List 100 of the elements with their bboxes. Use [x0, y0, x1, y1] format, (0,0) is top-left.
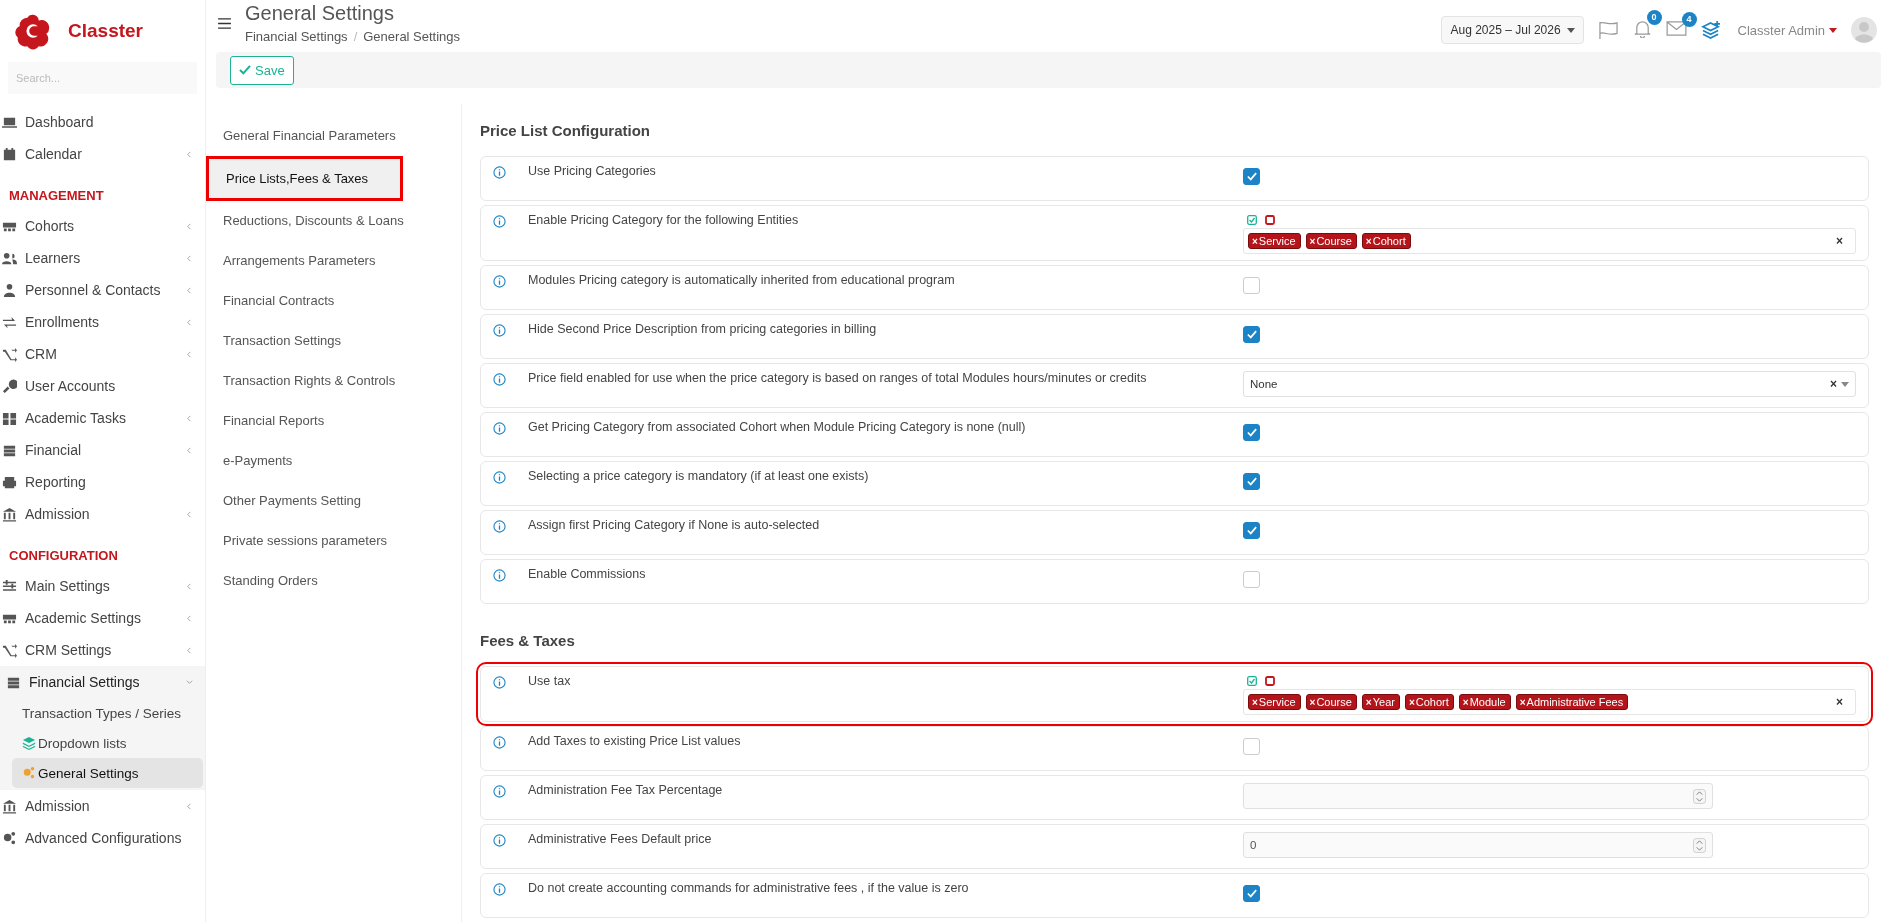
select-field[interactable]: None ×: [1243, 371, 1856, 397]
sidebar-item[interactable]: User Accounts: [0, 370, 205, 402]
sidebar-item[interactable]: Admission: [0, 790, 205, 822]
caret-icon[interactable]: [1841, 381, 1849, 387]
clear-icon[interactable]: ×: [1836, 695, 1843, 709]
info-icon[interactable]: [493, 569, 506, 582]
info-icon[interactable]: [493, 520, 506, 533]
info-icon[interactable]: [493, 676, 506, 689]
caret-icon: [1566, 27, 1575, 33]
settings-tab[interactable]: Price Lists,Fees & Taxes: [206, 156, 403, 201]
info-icon[interactable]: [493, 422, 506, 435]
settings-tab[interactable]: Arrangements Parameters: [206, 241, 461, 281]
sidebar-item[interactable]: Reporting: [0, 466, 205, 498]
check-icon: [1246, 526, 1257, 535]
flag-icon[interactable]: [1597, 20, 1619, 40]
setting-label: Enable Pricing Category for the following Entities: [528, 213, 800, 227]
sidebar-item[interactable]: Learners: [0, 242, 205, 274]
submenu-item[interactable]: Dropdown lists: [12, 728, 203, 758]
spinner-icon[interactable]: [1693, 788, 1706, 804]
sidebar-item[interactable]: Dashboard: [0, 106, 205, 138]
sidebar-item[interactable]: Financial: [0, 434, 205, 466]
info-icon[interactable]: [493, 215, 506, 228]
check-icon: [1246, 889, 1257, 898]
info-icon[interactable]: [493, 324, 506, 337]
settings-tab[interactable]: e-Payments: [206, 441, 461, 481]
breadcrumb-link[interactable]: Financial Settings: [245, 29, 348, 44]
tag[interactable]: ×Course: [1305, 233, 1357, 249]
info-icon[interactable]: [493, 166, 506, 179]
setting-label: Do not create accounting commands for administrative fees , if the value is zero: [528, 881, 970, 895]
sidebar-item[interactable]: Advanced Configurations: [0, 822, 205, 854]
sidebar-item[interactable]: CRM: [0, 338, 205, 370]
settings-tab[interactable]: Private sessions parameters: [206, 521, 461, 561]
number-field[interactable]: [1243, 783, 1713, 809]
multi-select-field[interactable]: ×Service ×Course ×Cohort ×: [1243, 228, 1856, 254]
clear-icon[interactable]: ×: [1836, 234, 1843, 248]
checkbox[interactable]: [1243, 522, 1260, 539]
checkbox[interactable]: [1243, 473, 1260, 490]
user-name[interactable]: Classter Admin: [1737, 22, 1825, 38]
search-field[interactable]: Search...: [8, 62, 197, 94]
settings-tab[interactable]: Reductions, Discounts & Loans: [206, 201, 461, 241]
settings-tab[interactable]: Financial Reports: [206, 401, 461, 441]
submenu-item[interactable]: Transaction Types / Series: [12, 698, 203, 728]
sidebar-item[interactable]: Enrollments: [0, 306, 205, 338]
tag[interactable]: ×Service: [1248, 233, 1301, 249]
submenu-item[interactable]: General Settings: [12, 758, 203, 788]
checkbox[interactable]: [1243, 326, 1260, 343]
checkbox[interactable]: [1243, 738, 1260, 755]
check-icon: [1246, 330, 1257, 339]
checkbox[interactable]: [1243, 885, 1260, 902]
sidebar-item[interactable]: Calendar: [0, 138, 205, 170]
sidebar-item[interactable]: Personnel & Contacts: [0, 274, 205, 306]
envelope-icon[interactable]: [1665, 21, 1687, 36]
setting-label: Hide Second Price Description from pricing categories in billing: [528, 322, 878, 336]
settings-tab[interactable]: Other Payments Setting: [206, 481, 461, 521]
setting-label: Selecting a price category is mandatory (if at least one exists): [528, 469, 870, 483]
info-icon[interactable]: [493, 883, 506, 896]
tag[interactable]: ×Course: [1305, 694, 1357, 710]
tag[interactable]: ×Administrative Fees: [1515, 694, 1629, 710]
tag[interactable]: ×Cohort: [1361, 233, 1411, 249]
bell-icon[interactable]: [1632, 19, 1652, 38]
settings-tab[interactable]: Transaction Settings: [206, 321, 461, 361]
select-all-icon[interactable]: [1247, 676, 1257, 686]
info-icon[interactable]: [493, 471, 506, 484]
info-icon[interactable]: [493, 785, 506, 798]
sidebar-item[interactable]: Academic Settings: [0, 602, 205, 634]
tag[interactable]: ×Service: [1248, 694, 1301, 710]
info-icon[interactable]: [493, 373, 506, 386]
checkbox[interactable]: [1243, 571, 1260, 588]
breadcrumb-link[interactable]: General Settings: [363, 29, 461, 44]
clear-icon[interactable]: ×: [1830, 377, 1837, 391]
checkbox[interactable]: [1243, 277, 1260, 294]
sidebar-item[interactable]: Academic Tasks: [0, 402, 205, 434]
info-icon[interactable]: [493, 275, 506, 288]
multi-select-field[interactable]: ×Service ×Course ×Year ×Cohort ×Module ×Administrative Fees ×: [1243, 689, 1856, 715]
settings-tab[interactable]: Transaction Rights & Controls: [206, 361, 461, 401]
sidebar-item[interactable]: Financial Settings: [0, 666, 205, 698]
sidebar-item[interactable]: CRM Settings: [0, 634, 205, 666]
settings-tab[interactable]: General Financial Parameters: [206, 116, 461, 156]
layers-plus-icon[interactable]: [1700, 20, 1722, 40]
deselect-all-icon[interactable]: [1265, 676, 1275, 686]
tag[interactable]: ×Cohort: [1404, 694, 1454, 710]
sidebar-item[interactable]: Admission: [0, 498, 205, 530]
select-all-icon[interactable]: [1247, 215, 1257, 225]
period-dropdown[interactable]: Aug 2025 – Jul 2026: [1441, 16, 1584, 44]
checkbox[interactable]: [1243, 168, 1260, 185]
tag[interactable]: ×Year: [1361, 694, 1400, 710]
spinner-icon[interactable]: [1693, 837, 1706, 853]
number-field[interactable]: 0: [1243, 832, 1713, 858]
caret-icon[interactable]: [1829, 27, 1837, 33]
settings-tab[interactable]: Standing Orders: [206, 561, 461, 601]
setting-label: Enable Commissions: [528, 567, 647, 581]
info-icon[interactable]: [493, 834, 506, 847]
notification-count: 0: [1646, 10, 1662, 25]
sidebar-item[interactable]: Cohorts: [0, 210, 205, 242]
checkbox[interactable]: [1243, 424, 1260, 441]
deselect-all-icon[interactable]: [1265, 215, 1275, 225]
tag[interactable]: ×Module: [1458, 694, 1511, 710]
sidebar-item[interactable]: Main Settings: [0, 570, 205, 602]
settings-tab[interactable]: Financial Contracts: [206, 281, 461, 321]
info-icon[interactable]: [493, 736, 506, 749]
